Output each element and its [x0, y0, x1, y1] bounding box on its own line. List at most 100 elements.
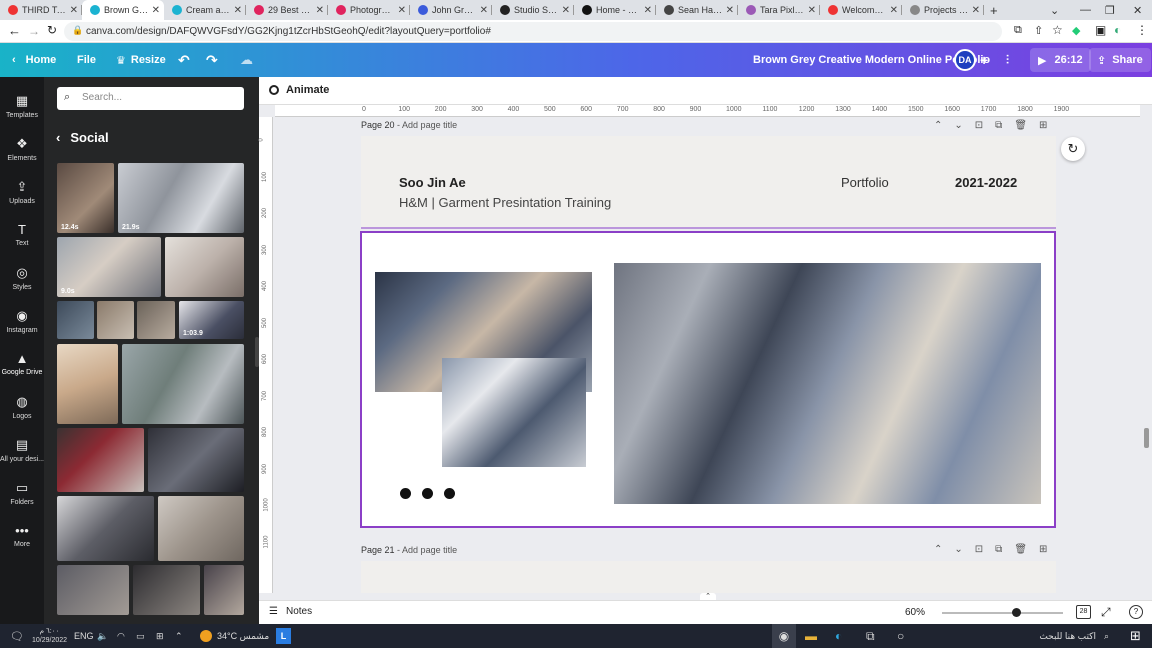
seated-photo-image[interactable] — [442, 358, 586, 467]
tab-search-icon[interactable]: ⌄ — [1050, 0, 1059, 20]
zoom-slider-track[interactable] — [942, 612, 1063, 614]
video-thumbnail[interactable]: 21.9s — [118, 163, 244, 233]
image-thumbnail[interactable] — [148, 428, 244, 492]
browser-tab[interactable]: Welcome | M✕ — [820, 0, 902, 20]
redo-icon[interactable]: ↷ — [206, 43, 218, 77]
profile-icon[interactable]: ◐ — [1114, 23, 1121, 37]
add-page-icon[interactable]: ⊞ — [1039, 544, 1047, 555]
add-page-title[interactable]: - Add page title — [397, 545, 457, 555]
reload-icon[interactable]: ↻ — [47, 23, 57, 37]
volume-icon[interactable]: 🔈 — [97, 624, 108, 648]
avatar[interactable]: DA — [954, 43, 976, 77]
selected-page[interactable] — [360, 231, 1056, 528]
portfolio-text[interactable]: Portfolio — [841, 175, 889, 190]
tab-close-icon[interactable]: ✕ — [890, 5, 898, 16]
add-page-icon[interactable]: ⊞ — [1039, 120, 1047, 131]
taskbar-search[interactable]: اكتب هنا للبحث ⌕ — [925, 624, 1115, 648]
lock-icon[interactable]: ⊡ — [975, 544, 983, 555]
browser-tab[interactable]: THIRD TASK✕ — [0, 0, 82, 20]
notes-button[interactable]: ☰ Notes — [269, 606, 312, 617]
insights-icon[interactable]: ⫶ — [1006, 43, 1009, 77]
forward-icon[interactable]: → — [28, 24, 40, 38]
rail-item-all-designs[interactable]: ▤ All your desi... — [0, 437, 44, 463]
home-button[interactable]: ‹ Home — [12, 43, 56, 77]
delete-page-icon[interactable]: 🗑 — [1014, 544, 1027, 555]
fullscreen-icon[interactable]: ⤢ — [1101, 605, 1111, 620]
chevron-down-icon[interactable]: ⌄ — [954, 120, 962, 131]
role-text[interactable]: H&M | Garment Presintation Training — [399, 195, 611, 210]
video-thumbnail[interactable]: 1:03.9 — [179, 301, 244, 339]
lock-icon[interactable]: ⊡ — [975, 120, 983, 131]
undo-icon[interactable]: ↶ — [178, 43, 190, 77]
zoom-slider-thumb[interactable] — [1012, 608, 1022, 617]
weather-widget[interactable]: 34°C مشمس — [200, 624, 269, 648]
wifi-icon[interactable]: ◠ — [117, 624, 125, 648]
zoom-percent[interactable]: 60% — [905, 607, 925, 618]
browser-tab[interactable]: Photography✕ — [328, 0, 410, 20]
animate-button[interactable]: Animate — [269, 84, 329, 96]
browser-tab[interactable]: John Green ✕ — [410, 0, 492, 20]
clock[interactable]: ٦:٠٠ م 10/29/2022 — [32, 624, 67, 648]
chevron-up-icon[interactable]: ⌃ — [934, 544, 942, 555]
rail-item-google-drive[interactable]: ▲ Google Drive — [0, 351, 44, 376]
add-page-title[interactable]: - Add page title — [397, 120, 457, 130]
image-thumbnail[interactable] — [57, 496, 154, 561]
image-thumbnail[interactable] — [204, 565, 244, 615]
search-input[interactable]: ⌕ Search... — [57, 87, 244, 110]
restore-icon[interactable]: ❐ — [1105, 0, 1115, 20]
add-collaborator-icon[interactable]: + — [980, 43, 988, 77]
tab-close-icon[interactable]: ✕ — [398, 5, 406, 16]
chevron-up-icon[interactable]: ⌃ — [934, 120, 942, 131]
page-count-button[interactable]: 28 — [1076, 605, 1091, 619]
tab-close-icon[interactable]: ✕ — [644, 5, 652, 16]
years-text[interactable]: 2021-2022 — [955, 175, 1017, 190]
video-thumbnail[interactable]: 9.0s — [57, 237, 161, 297]
app-l-icon[interactable]: L — [276, 628, 291, 644]
tab-close-icon[interactable]: ✕ — [70, 5, 78, 16]
hidden-icons-chevron[interactable]: ⌃ — [175, 624, 183, 648]
present-button[interactable]: ▶ 26:12 — [1030, 48, 1091, 72]
rail-item-folders[interactable]: ▭ Folders — [0, 480, 44, 506]
refresh-icon[interactable]: ↻ — [1061, 137, 1085, 161]
image-thumbnail[interactable] — [97, 301, 134, 339]
rail-item-styles[interactable]: ◎ Styles — [0, 265, 44, 291]
browser-tab[interactable]: Studio Schun✕ — [492, 0, 574, 20]
browser-menu-icon[interactable]: ⋮ — [1136, 23, 1148, 37]
file-menu-button[interactable]: File — [77, 43, 96, 77]
image-thumbnail[interactable] — [165, 237, 244, 297]
image-thumbnail[interactable] — [133, 565, 200, 615]
video-thumbnail[interactable]: 12.4s — [57, 163, 114, 233]
windows-start-icon[interactable]: ⊞ — [1130, 624, 1141, 648]
bookmark-star-icon[interactable]: ☆ — [1052, 23, 1063, 37]
display-icon[interactable]: ▭ — [136, 624, 145, 648]
tab-close-icon[interactable]: ✕ — [234, 5, 242, 16]
browser-tab[interactable]: Sean Halpin ✕ — [656, 0, 738, 20]
ironing-photo-image[interactable] — [614, 263, 1041, 504]
image-thumbnail[interactable] — [158, 496, 244, 561]
notification-icon[interactable]: 🗨 — [10, 624, 24, 648]
task-view-icon[interactable]: ⧉ — [866, 624, 875, 648]
sidebar-icon[interactable]: ▣ — [1095, 23, 1106, 37]
tab-close-icon[interactable]: ✕ — [562, 5, 570, 16]
browser-tab[interactable]: Projects - Di ✕ — [902, 0, 984, 20]
chrome-taskbar-icon[interactable]: ◉ — [772, 624, 796, 648]
expand-notes-handle[interactable]: ⌃ — [700, 593, 716, 600]
browser-tab[interactable]: 29 Best Portf✕ — [246, 0, 328, 20]
rail-item-uploads[interactable]: ⇪ Uploads — [0, 179, 44, 205]
file-explorer-icon[interactable]: ▬ — [805, 624, 817, 648]
duplicate-page-icon[interactable]: ⧉ — [995, 120, 1002, 131]
tab-close-icon[interactable]: ✕ — [808, 5, 816, 16]
browser-tab[interactable]: Brown Grey C✕ — [82, 0, 164, 20]
rail-item-elements[interactable]: ❖ Elements — [0, 136, 44, 162]
tab-close-icon[interactable]: ✕ — [316, 5, 324, 16]
canvas-scrollbar[interactable] — [1144, 428, 1149, 448]
tab-close-icon[interactable]: ✕ — [152, 5, 160, 16]
image-thumbnail[interactable] — [57, 565, 129, 615]
rail-item-text[interactable]: T Text — [0, 222, 44, 247]
close-window-icon[interactable]: ✕ — [1133, 0, 1142, 20]
delete-page-icon[interactable]: 🗑 — [1014, 120, 1027, 131]
extension-icon[interactable]: ◆ — [1072, 24, 1080, 37]
page-20[interactable]: Soo Jin Ae H&M | Garment Presintation Tr… — [361, 136, 1056, 227]
name-text[interactable]: Soo Jin Ae — [399, 175, 466, 190]
image-thumbnail[interactable] — [57, 344, 118, 424]
